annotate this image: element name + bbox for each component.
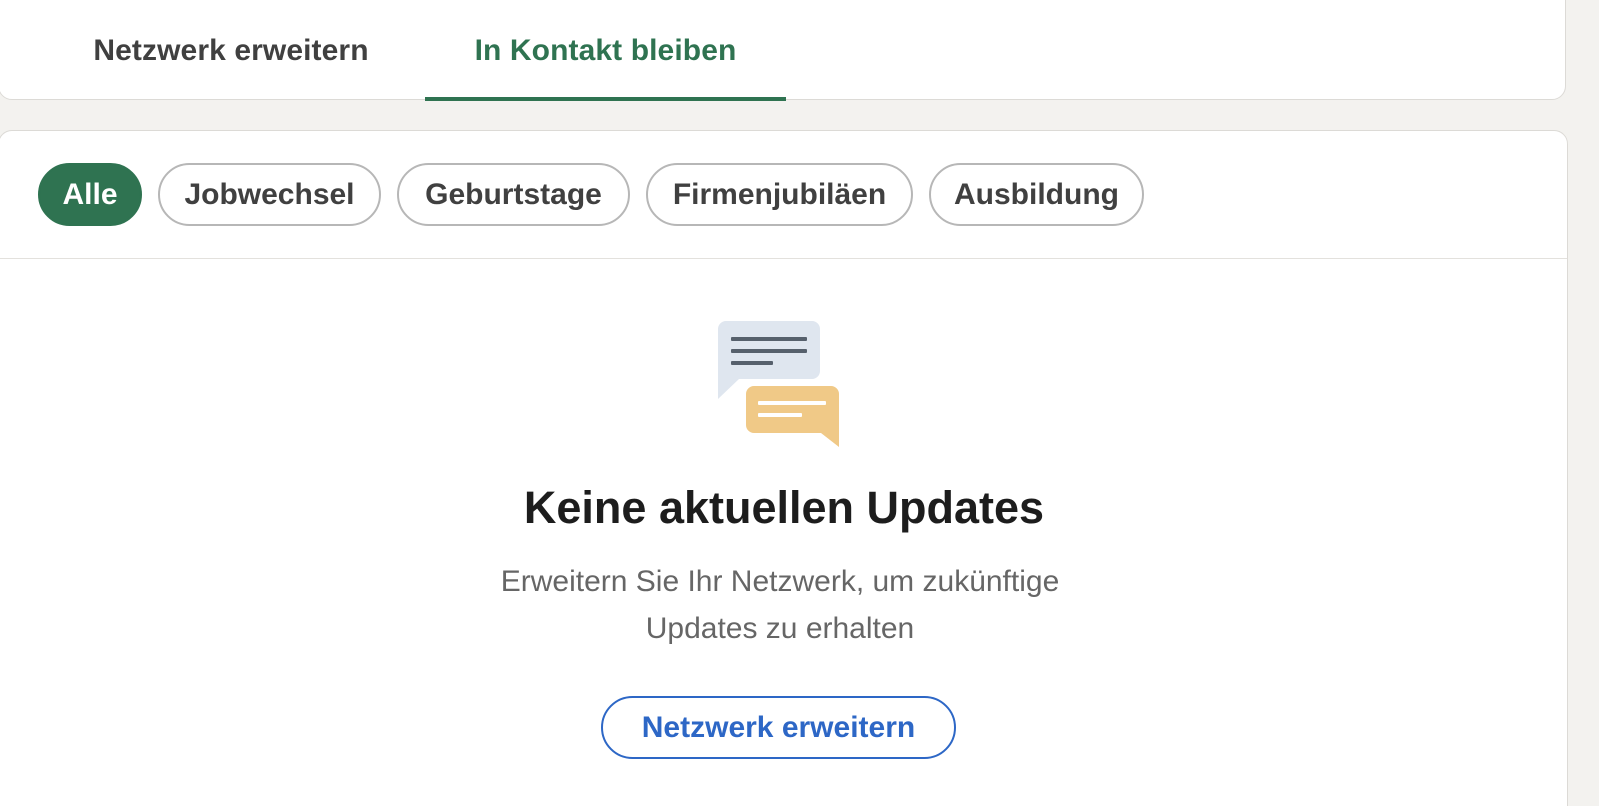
filter-label: Jobwechsel — [184, 177, 355, 211]
filter-label: Alle — [62, 177, 118, 211]
filter-pill-jobwechsel[interactable]: Jobwechsel — [158, 163, 381, 226]
filter-pill-alle[interactable]: Alle — [38, 163, 142, 226]
filter-pill-ausbildung[interactable]: Ausbildung — [929, 163, 1144, 226]
chat-bubbles-icon — [718, 321, 839, 447]
filter-label: Ausbildung — [954, 177, 1119, 211]
tab-bar: Netzwerk erweitern In Kontakt bleiben — [0, 0, 1566, 101]
filter-label: Firmenjubiläen — [672, 177, 887, 211]
description-line: Updates zu erhalten — [645, 612, 915, 645]
empty-state-title: Keine aktuellen Updates — [523, 482, 1045, 533]
tab-in-kontakt-bleiben[interactable]: In Kontakt bleiben — [425, 1, 786, 101]
page: Netzwerk erweitern In Kontakt bleiben Al… — [0, 0, 1599, 806]
filter-label: Geburtstage — [425, 177, 602, 211]
filter-pill-firmenjubilaeen[interactable]: Firmenjubiläen — [646, 163, 913, 226]
empty-state-description: Erweitern Sie Ihr Netzwerk, um zukünftig… — [440, 558, 1120, 652]
tab-label: Netzwerk erweitern — [93, 34, 369, 67]
tab-netzwerk-erweitern[interactable]: Netzwerk erweitern — [39, 1, 423, 101]
active-tab-indicator — [425, 97, 786, 101]
filter-bar: Alle Jobwechsel Geburtstage Firmenjubilä… — [0, 131, 1567, 259]
tab-label: In Kontakt bleiben — [474, 34, 737, 67]
description-line: Erweitern Sie Ihr Netzwerk, um zukünftig… — [500, 565, 1060, 598]
netzwerk-erweitern-button[interactable]: Netzwerk erweitern — [601, 696, 956, 759]
filter-pill-geburtstage[interactable]: Geburtstage — [397, 163, 630, 226]
